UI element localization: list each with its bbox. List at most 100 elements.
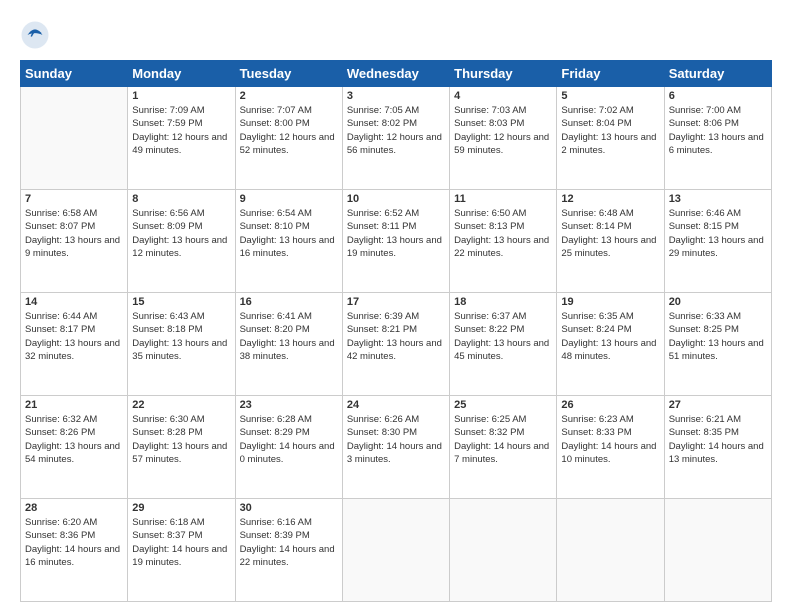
day-info: Sunrise: 7:05 AMSunset: 8:02 PMDaylight:… <box>347 104 445 157</box>
day-number: 27 <box>669 399 767 411</box>
day-info: Sunrise: 6:23 AMSunset: 8:33 PMDaylight:… <box>561 413 659 466</box>
calendar-header: SundayMondayTuesdayWednesdayThursdayFrid… <box>21 61 772 87</box>
day-number: 20 <box>669 296 767 308</box>
day-info: Sunrise: 6:21 AMSunset: 8:35 PMDaylight:… <box>669 413 767 466</box>
day-number: 18 <box>454 296 552 308</box>
day-number: 2 <box>240 90 338 102</box>
day-info: Sunrise: 6:20 AMSunset: 8:36 PMDaylight:… <box>25 516 123 569</box>
day-number: 8 <box>132 193 230 205</box>
day-info: Sunrise: 6:32 AMSunset: 8:26 PMDaylight:… <box>25 413 123 466</box>
day-cell: 22 Sunrise: 6:30 AMSunset: 8:28 PMDayligh… <box>128 396 235 499</box>
day-info: Sunrise: 6:52 AMSunset: 8:11 PMDaylight:… <box>347 207 445 260</box>
day-info: Sunrise: 7:00 AMSunset: 8:06 PMDaylight:… <box>669 104 767 157</box>
day-info: Sunrise: 6:48 AMSunset: 8:14 PMDaylight:… <box>561 207 659 260</box>
day-number: 4 <box>454 90 552 102</box>
day-number: 5 <box>561 90 659 102</box>
day-cell: 3Sunrise: 7:05 AMSunset: 8:02 PMDaylight… <box>342 87 449 190</box>
day-cell <box>557 499 664 602</box>
day-info: Sunrise: 6:33 AMSunset: 8:25 PMDaylight:… <box>669 310 767 363</box>
day-number: 26 <box>561 399 659 411</box>
calendar-body: 1 Sunrise: 7:09 AMSunset: 7:59 PMDaylight… <box>21 87 772 602</box>
day-cell: 10Sunrise: 6:52 AMSunset: 8:11 PMDayligh… <box>342 190 449 293</box>
day-info: Sunrise: 6:56 AMSunset: 8:09 PMDaylight:… <box>132 207 230 260</box>
day-info: Sunrise: 6:41 AMSunset: 8:20 PMDaylight:… <box>240 310 338 363</box>
header-cell-wednesday: Wednesday <box>342 61 449 87</box>
day-cell: 8 Sunrise: 6:56 AMSunset: 8:09 PMDaylight… <box>128 190 235 293</box>
day-cell: 16 Sunrise: 6:41 AMSunset: 8:20 PMDayligh… <box>235 293 342 396</box>
day-cell: 4 Sunrise: 7:03 AMSunset: 8:03 PMDaylight… <box>450 87 557 190</box>
day-cell: 19Sunrise: 6:35 AMSunset: 8:24 PMDayligh… <box>557 293 664 396</box>
day-info: Sunrise: 6:25 AMSunset: 8:32 PMDaylight:… <box>454 413 552 466</box>
logo-icon <box>20 20 50 50</box>
header <box>20 20 772 50</box>
day-info: Sunrise: 6:37 AMSunset: 8:22 PMDaylight:… <box>454 310 552 363</box>
day-info: Sunrise: 6:58 AMSunset: 8:07 PMDaylight:… <box>25 207 123 260</box>
day-cell: 30 Sunrise: 6:16 AMSunset: 8:39 PMDayligh… <box>235 499 342 602</box>
day-info: Sunrise: 6:39 AMSunset: 8:21 PMDaylight:… <box>347 310 445 363</box>
day-number: 12 <box>561 193 659 205</box>
day-cell: 2 Sunrise: 7:07 AMSunset: 8:00 PMDaylight… <box>235 87 342 190</box>
day-cell: 18 Sunrise: 6:37 AMSunset: 8:22 PMDayligh… <box>450 293 557 396</box>
day-info: Sunrise: 6:26 AMSunset: 8:30 PMDaylight:… <box>347 413 445 466</box>
day-info: Sunrise: 6:46 AMSunset: 8:15 PMDaylight:… <box>669 207 767 260</box>
day-cell: 1 Sunrise: 7:09 AMSunset: 7:59 PMDaylight… <box>128 87 235 190</box>
day-cell: 27 Sunrise: 6:21 AMSunset: 8:35 PMDayligh… <box>664 396 771 499</box>
day-cell: 12 Sunrise: 6:48 AMSunset: 8:14 PMDayligh… <box>557 190 664 293</box>
day-info: Sunrise: 6:16 AMSunset: 8:39 PMDaylight:… <box>240 516 338 569</box>
week-row-4: 28 Sunrise: 6:20 AMSunset: 8:36 PMDayligh… <box>21 499 772 602</box>
header-cell-sunday: Sunday <box>21 61 128 87</box>
page: SundayMondayTuesdayWednesdayThursdayFrid… <box>0 0 792 612</box>
day-number: 6 <box>669 90 767 102</box>
day-info: Sunrise: 6:44 AMSunset: 8:17 PMDaylight:… <box>25 310 123 363</box>
day-info: Sunrise: 6:43 AMSunset: 8:18 PMDaylight:… <box>132 310 230 363</box>
day-number: 9 <box>240 193 338 205</box>
day-number: 15 <box>132 296 230 308</box>
day-cell: 11 Sunrise: 6:50 AMSunset: 8:13 PMDayligh… <box>450 190 557 293</box>
day-info: Sunrise: 7:03 AMSunset: 8:03 PMDaylight:… <box>454 104 552 157</box>
day-cell: 17 Sunrise: 6:39 AMSunset: 8:21 PMDayligh… <box>342 293 449 396</box>
header-cell-thursday: Thursday <box>450 61 557 87</box>
day-number: 29 <box>132 502 230 514</box>
day-cell: 6 Sunrise: 7:00 AMSunset: 8:06 PMDaylight… <box>664 87 771 190</box>
header-cell-friday: Friday <box>557 61 664 87</box>
day-number: 7 <box>25 193 123 205</box>
day-number: 30 <box>240 502 338 514</box>
logo <box>20 20 52 50</box>
day-number: 23 <box>240 399 338 411</box>
day-info: Sunrise: 6:54 AMSunset: 8:10 PMDaylight:… <box>240 207 338 260</box>
day-info: Sunrise: 7:07 AMSunset: 8:00 PMDaylight:… <box>240 104 338 157</box>
day-number: 14 <box>25 296 123 308</box>
day-cell: 20 Sunrise: 6:33 AMSunset: 8:25 PMDayligh… <box>664 293 771 396</box>
day-info: Sunrise: 6:50 AMSunset: 8:13 PMDaylight:… <box>454 207 552 260</box>
day-info: Sunrise: 6:30 AMSunset: 8:28 PMDaylight:… <box>132 413 230 466</box>
week-row-1: 7 Sunrise: 6:58 AMSunset: 8:07 PMDaylight… <box>21 190 772 293</box>
header-cell-monday: Monday <box>128 61 235 87</box>
day-number: 13 <box>669 193 767 205</box>
day-cell <box>342 499 449 602</box>
day-cell <box>21 87 128 190</box>
day-cell: 5 Sunrise: 7:02 AMSunset: 8:04 PMDaylight… <box>557 87 664 190</box>
day-number: 11 <box>454 193 552 205</box>
day-number: 24 <box>347 399 445 411</box>
day-number: 16 <box>240 296 338 308</box>
day-cell: 14 Sunrise: 6:44 AMSunset: 8:17 PMDayligh… <box>21 293 128 396</box>
header-row: SundayMondayTuesdayWednesdayThursdayFrid… <box>21 61 772 87</box>
day-cell: 25 Sunrise: 6:25 AMSunset: 8:32 PMDayligh… <box>450 396 557 499</box>
day-cell: 28 Sunrise: 6:20 AMSunset: 8:36 PMDayligh… <box>21 499 128 602</box>
day-cell: 21 Sunrise: 6:32 AMSunset: 8:26 PMDayligh… <box>21 396 128 499</box>
day-cell: 9 Sunrise: 6:54 AMSunset: 8:10 PMDaylight… <box>235 190 342 293</box>
day-number: 28 <box>25 502 123 514</box>
day-number: 17 <box>347 296 445 308</box>
week-row-3: 21 Sunrise: 6:32 AMSunset: 8:26 PMDayligh… <box>21 396 772 499</box>
day-number: 22 <box>132 399 230 411</box>
week-row-0: 1 Sunrise: 7:09 AMSunset: 7:59 PMDaylight… <box>21 87 772 190</box>
day-info: Sunrise: 7:09 AMSunset: 7:59 PMDaylight:… <box>132 104 230 157</box>
day-number: 19 <box>561 296 659 308</box>
day-number: 1 <box>132 90 230 102</box>
day-cell: 7 Sunrise: 6:58 AMSunset: 8:07 PMDaylight… <box>21 190 128 293</box>
day-info: Sunrise: 7:02 AMSunset: 8:04 PMDaylight:… <box>561 104 659 157</box>
day-cell: 29Sunrise: 6:18 AMSunset: 8:37 PMDayligh… <box>128 499 235 602</box>
day-cell <box>450 499 557 602</box>
day-number: 25 <box>454 399 552 411</box>
day-number: 21 <box>25 399 123 411</box>
